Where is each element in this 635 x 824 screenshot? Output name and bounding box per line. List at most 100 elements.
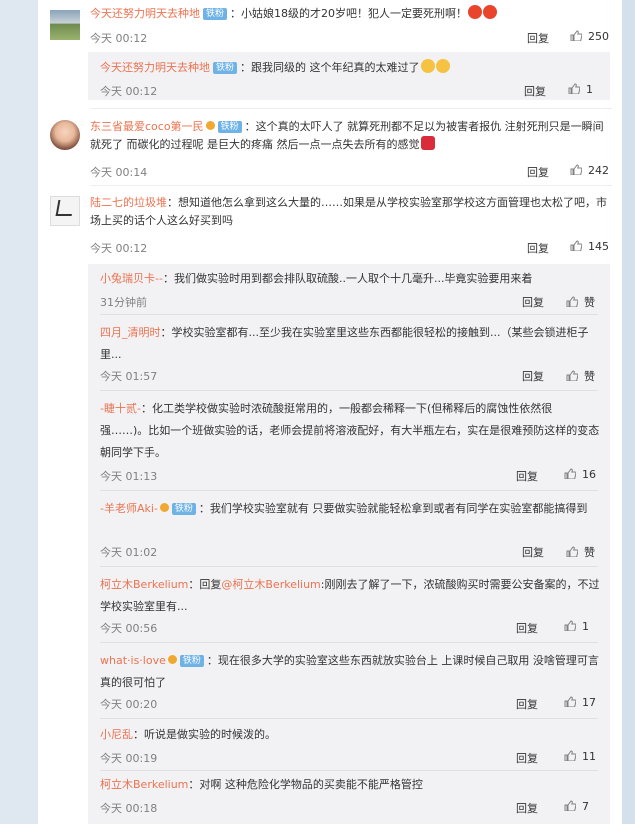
reply-button[interactable]: 回复 (524, 83, 546, 99)
reply-username[interactable]: 柯立木Berkelium (100, 578, 188, 591)
reply-item: what·is·love 铁粉 ：现在很多大学的实验室这些东西就放实验台上 上课时候… (88, 644, 610, 716)
reply-username[interactable]: 四月_清明时 (100, 326, 161, 339)
divider (100, 490, 598, 491)
reply-button[interactable]: 回复 (516, 468, 538, 484)
reply-body: ：化工类学校做实验时浓硫酸挺常用的，一般都会稀释一下(但稀释后的腐蚀性依然很强…… (100, 402, 600, 459)
reply-time: 今天 00:12 (100, 85, 158, 98)
thumbs-up-icon (564, 468, 576, 479)
comment-username[interactable]: 陆二七的垃圾堆 (90, 196, 167, 209)
reply-item: 柯立木Berkelium：对啊 这种危险化学物品的买卖能不能严格管控 今天 00… (88, 772, 610, 824)
thumbs-up-icon (564, 696, 576, 707)
reply-username[interactable]: -睫十贰- (100, 402, 141, 415)
like-button[interactable]: 242 (570, 164, 609, 177)
comment-username[interactable]: 东三省最爱coco第一民 (90, 120, 204, 133)
reply-text: -睫十贰-：化工类学校做实验时浓硫酸挺常用的，一般都会稀释一下(但稀释后的腐蚀性… (100, 398, 600, 464)
reply-text: 柯立木Berkelium：回复@柯立木Berkelium:刚刚去了解了一下，浓硫… (100, 574, 600, 618)
like-button[interactable]: 赞 (566, 294, 595, 310)
thumbs-up-icon (564, 750, 576, 761)
reply-text: 柯立木Berkelium：对啊 这种危险化学物品的买卖能不能严格管控 (100, 776, 600, 794)
thumbs-up-icon (566, 370, 578, 381)
reply-button[interactable]: 回复 (516, 620, 538, 636)
like-button[interactable]: 250 (570, 30, 609, 43)
reply-item: 柯立木Berkelium：回复@柯立木Berkelium:刚刚去了解了一下，浓硫… (88, 568, 610, 640)
crown-icon (167, 655, 177, 664)
avatar[interactable] (50, 10, 80, 40)
crying-emoji-icon (435, 59, 450, 73)
reply-button[interactable]: 回复 (516, 750, 538, 766)
like-count: 16 (582, 468, 596, 481)
reply-button[interactable]: 回复 (522, 544, 544, 560)
like-button[interactable]: 1 (564, 620, 589, 633)
divider (100, 770, 598, 771)
angry-emoji-icon (468, 5, 483, 19)
reply-text: 小兔瑞贝卡--：我们做实验时用到都会排队取硫酸..一人取个十几毫升...毕竟实验… (100, 270, 600, 288)
avatar[interactable] (50, 120, 80, 150)
fan-badge: 铁粉 (171, 503, 196, 515)
like-count: 1 (586, 83, 593, 96)
divider (100, 642, 598, 643)
like-count: 242 (588, 164, 609, 177)
broken-heart-icon (420, 136, 435, 150)
reply-time: 今天 00:19 (100, 752, 158, 765)
like-count: 11 (582, 750, 596, 763)
reply-username[interactable]: 今天还努力明天去种地 (100, 61, 210, 74)
thumbs-up-icon (570, 30, 582, 41)
reply-button[interactable]: 回复 (516, 696, 538, 712)
reply-button[interactable]: 回复 (522, 294, 544, 310)
fan-badge: 铁粉 (203, 8, 228, 20)
reply-button[interactable]: 回复 (522, 368, 544, 384)
reply-button[interactable]: 回复 (516, 800, 538, 816)
divider (100, 566, 598, 567)
avatar[interactable] (50, 196, 80, 226)
reply-text: 今天还努力明天去种地 铁粉 ：跟我同级的 这个年纪真的太难过了 (100, 59, 450, 75)
reply-body: ：对啊 这种危险化学物品的买卖能不能严格管控 (188, 778, 423, 791)
reply-time: 今天 00:20 (100, 698, 158, 711)
like-count: 赞 (584, 296, 595, 309)
like-count: 赞 (584, 370, 595, 383)
thumbs-up-icon (564, 620, 576, 631)
comment-time: 今天 00:14 (90, 166, 148, 179)
crying-emoji-icon (420, 59, 435, 73)
reply-button[interactable]: 回复 (527, 164, 549, 180)
comment-item: 陆二七的垃圾堆：想知道他怎么拿到这么大量的……如果是从学校实验室那学校这方面管理… (38, 188, 622, 824)
reply-username[interactable]: -羊老师Aki- (100, 502, 158, 515)
thumbs-up-icon (570, 240, 582, 251)
divider (100, 390, 598, 391)
reply-username[interactable]: 小兔瑞贝卡-- (100, 272, 163, 285)
like-count: 17 (582, 696, 596, 709)
divider (90, 185, 612, 186)
page-edge (622, 0, 635, 824)
like-button[interactable]: 11 (564, 750, 596, 763)
comment-text: 东三省最爱coco第一民 铁粉 ：这个真的太吓人了 就算死刑都不足以为被害者报仇 注… (90, 118, 612, 154)
comment-text: 陆二七的垃圾堆：想知道他怎么拿到这么大量的……如果是从学校实验室那学校这方面管理… (90, 194, 612, 230)
reply-text: 四月_清明时：学校实验室都有...至少我在实验室里这些东西都能很轻松的接触到..… (100, 322, 600, 366)
reply-time: 今天 00:18 (100, 802, 158, 815)
comment-item: 东三省最爱coco第一民 铁粉 ：这个真的太吓人了 就算死刑都不足以为被害者报仇 注… (38, 112, 622, 182)
like-button[interactable]: 赞 (566, 368, 595, 384)
like-button[interactable]: 145 (570, 240, 609, 253)
like-button[interactable]: 赞 (566, 544, 595, 560)
thumbs-up-icon (564, 800, 576, 811)
reply-time: 今天 01:02 (100, 546, 158, 559)
reply-list: 小兔瑞贝卡--：我们做实验时用到都会排队取硫酸..一人取个十几毫升...毕竟实验… (88, 264, 610, 824)
like-button[interactable]: 16 (564, 468, 596, 481)
like-button[interactable]: 17 (564, 696, 596, 709)
reply-button[interactable]: 回复 (527, 30, 549, 46)
thumbs-up-icon (570, 164, 582, 175)
reply-time: 今天 00:56 (100, 622, 158, 635)
reply-text: what·is·love 铁粉 ：现在很多大学的实验室这些东西就放实验台上 上课时候… (100, 650, 600, 694)
comment-username[interactable]: 今天还努力明天去种地 (90, 7, 200, 20)
reply-username[interactable]: what·is·love (100, 654, 166, 667)
like-button[interactable]: 7 (564, 800, 589, 813)
reply-username[interactable]: 小尼乱 (100, 728, 133, 741)
mention-link[interactable]: @柯立木Berkelium (221, 578, 320, 591)
like-count: 7 (582, 800, 589, 813)
reply-body: ：我们学校实验室就有 只要做实验就能轻松拿到或者有同学在实验室都能搞得到 (198, 502, 588, 515)
reply-time: 今天 01:57 (100, 370, 158, 383)
reply-list: 今天还努力明天去种地 铁粉 ：跟我同级的 这个年纪真的太难过了 今天 00:12 回… (88, 52, 610, 100)
like-button[interactable]: 1 (568, 83, 593, 96)
comment-time: 今天 00:12 (90, 242, 148, 255)
reply-button[interactable]: 回复 (527, 240, 549, 256)
reply-item: 小尼乱：听说是做实验的时候泼的。 今天 00:19 回复 11 (88, 720, 610, 770)
reply-username[interactable]: 柯立木Berkelium (100, 778, 188, 791)
